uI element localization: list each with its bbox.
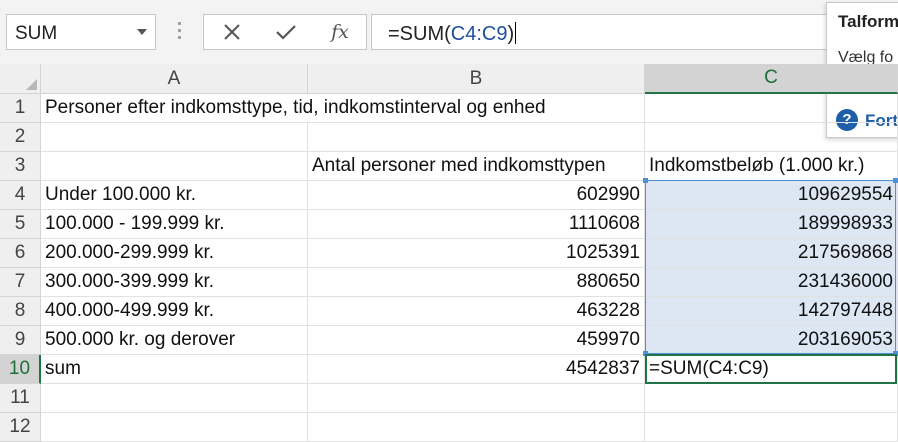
cell-a8[interactable]: 400.000-499.999 kr. [41, 297, 308, 326]
cell-b10[interactable]: 4542837 [308, 355, 645, 384]
select-all-button[interactable] [0, 64, 41, 94]
row-header-8[interactable]: 8 [0, 297, 41, 326]
column-header-b[interactable]: B [308, 64, 645, 94]
row-header-10[interactable]: 10 [0, 355, 41, 384]
formula-input[interactable]: =SUM(C4:C9) [371, 14, 831, 50]
formula-bar-area: SUM fx =SUM(C4:C9) [0, 0, 898, 64]
cell-c5[interactable]: 189998933 [645, 210, 898, 239]
cell-a5[interactable]: 100.000 - 199.999 kr. [41, 210, 308, 239]
cell-b7[interactable]: 880650 [308, 268, 645, 297]
cell-c8[interactable]: 142797448 [645, 297, 898, 326]
cell-a6[interactable]: 200.000-299.999 kr. [41, 239, 308, 268]
cell-a3[interactable] [41, 152, 308, 181]
row-header-2[interactable]: 2 [0, 123, 41, 152]
cell-b11[interactable] [308, 384, 645, 413]
cell-c11[interactable] [645, 384, 898, 413]
formula-reference: C4:C9 [450, 23, 508, 45]
row-header-5[interactable]: 5 [0, 210, 41, 239]
cell-c1[interactable] [645, 94, 898, 123]
cell-c7[interactable]: 231436000 [645, 268, 898, 297]
fx-icon: fx [331, 21, 349, 43]
cell-a12[interactable] [41, 413, 308, 442]
cell-a4[interactable]: Under 100.000 kr. [41, 181, 308, 210]
cell-a2[interactable] [41, 123, 308, 152]
row-header-4[interactable]: 4 [0, 181, 41, 210]
row-header-6[interactable]: 6 [0, 239, 41, 268]
check-icon[interactable] [266, 15, 306, 49]
cell-b3[interactable]: Antal personer med indkomsttypen [308, 152, 645, 181]
cell-c12[interactable] [645, 413, 898, 442]
text-cursor [515, 22, 517, 44]
insert-function-button[interactable]: fx [320, 15, 360, 49]
cell-b9[interactable]: 459970 [308, 326, 645, 355]
cell-a9[interactable]: 500.000 kr. og derover [41, 326, 308, 355]
row-header-12[interactable]: 12 [0, 413, 41, 442]
row-header-1[interactable]: 1 [0, 94, 41, 123]
cell-b12[interactable] [308, 413, 645, 442]
cell-b8[interactable]: 463228 [308, 297, 645, 326]
cell-c2[interactable] [645, 123, 898, 152]
cell-b1[interactable] [308, 94, 645, 123]
column-header-a[interactable]: A [41, 64, 308, 94]
formula-text: =SUM(C4:C9) [388, 22, 517, 45]
cell-b4[interactable]: 602990 [308, 181, 645, 210]
cell-b6[interactable]: 1025391 [308, 239, 645, 268]
row-header-9[interactable]: 9 [0, 326, 41, 355]
cell-c6[interactable]: 217569868 [645, 239, 898, 268]
tooltip-title: Talform [838, 12, 898, 31]
row-header-3[interactable]: 3 [0, 152, 41, 181]
cell-c4[interactable]: 109629554 [645, 181, 898, 210]
name-box[interactable]: SUM [6, 14, 156, 50]
cell-c9[interactable]: 203169053 [645, 326, 898, 355]
cell-a10[interactable]: sum [41, 355, 308, 384]
cell-a11[interactable] [41, 384, 308, 413]
chevron-down-icon[interactable] [137, 29, 147, 35]
cell-a7[interactable]: 300.000-399.999 kr. [41, 268, 308, 297]
row-header-11[interactable]: 11 [0, 384, 41, 413]
cell-c3[interactable]: Indkomstbeløb (1.000 kr.) [645, 152, 898, 181]
row-header-7[interactable]: 7 [0, 268, 41, 297]
drag-handle-icon[interactable] [176, 22, 182, 44]
x-icon[interactable] [212, 15, 252, 49]
formula-buttons: fx [203, 14, 367, 50]
cell-a1[interactable]: Personer efter indkomsttype, tid, indkom… [41, 94, 546, 123]
column-header-c[interactable]: C [645, 64, 898, 94]
cell-c10[interactable]: =SUM(C4:C9) [645, 355, 898, 384]
cell-b5[interactable]: 1110608 [308, 210, 645, 239]
cell-b2[interactable] [308, 123, 645, 152]
name-box-value: SUM [15, 23, 58, 44]
